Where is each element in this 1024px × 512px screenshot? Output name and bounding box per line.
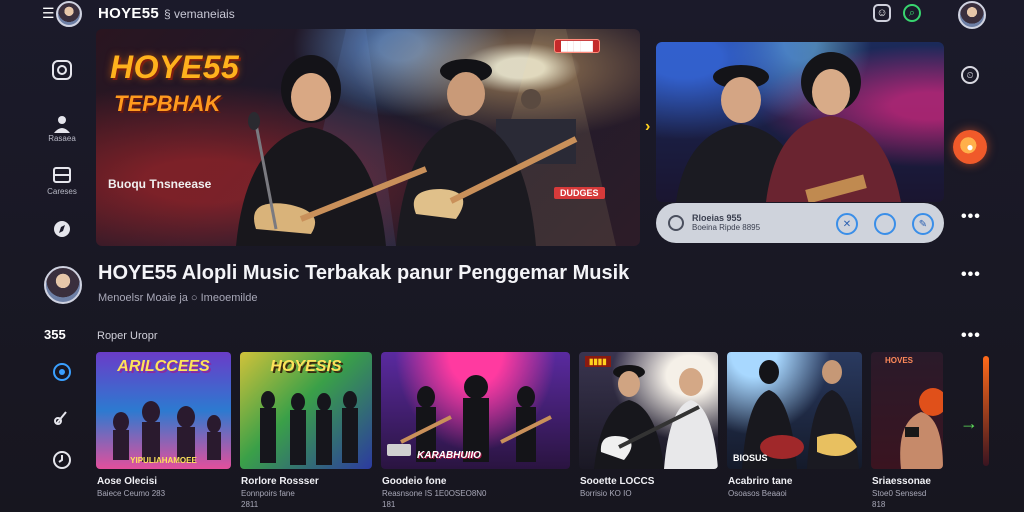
card-subtitle: Borrisio KO IO	[580, 489, 632, 498]
edit-icon[interactable]: ✎	[912, 213, 934, 235]
card-subtitle: Stoe0 Sensesd	[872, 489, 927, 498]
card-subtitle: Baiece Ceumo 283	[97, 489, 166, 498]
history-icon[interactable]	[50, 448, 74, 472]
player-track-subtitle: Boeina Ripde 8895	[692, 223, 761, 232]
promo-art	[676, 52, 901, 202]
page-meta: Menoelsr Moaie ja ○ Imeoemilde	[98, 292, 258, 304]
card-subtitle: Osoasos Beaaoi	[728, 489, 787, 498]
rail-label-careses: Careses	[47, 187, 77, 196]
hero-badge-bottom: DUDGES	[554, 187, 605, 199]
album-card[interactable]: BIOSUS	[727, 352, 862, 469]
user-avatar[interactable]	[958, 1, 986, 29]
chat-icon[interactable]: ☺	[873, 4, 891, 22]
card-foot-label: YIPULIAHAMOEE	[130, 456, 197, 465]
library-icon[interactable]	[50, 163, 74, 187]
hamburger-icon[interactable]: ☰	[42, 6, 56, 20]
section-label: Roper Uropr	[97, 330, 158, 342]
player-search-icon[interactable]	[668, 215, 684, 231]
card-name[interactable]: Goodeio fone	[382, 476, 446, 487]
card-subtitle-2: 181	[382, 500, 396, 509]
album-card[interactable]: KARABHUIIO	[381, 352, 570, 469]
arrow-right-icon[interactable]: →	[960, 413, 978, 434]
home-icon[interactable]	[50, 58, 74, 82]
user-icon[interactable]	[50, 112, 74, 136]
card-name[interactable]: Rorlore Rossser	[241, 476, 319, 487]
brand-subtitle: § vemaneiais	[164, 7, 235, 21]
card-subtitle-2: 818	[872, 500, 886, 509]
card-subtitle: Eonnpoirs fane	[241, 489, 295, 498]
guitar-icon[interactable]	[50, 405, 74, 429]
rail-label-rasaea: Rasaea	[48, 134, 76, 143]
mini-player[interactable]: Rloeias 955 Boeina Ripde 8895 ✕ ✎	[656, 203, 944, 243]
hero-banner[interactable]: HOYE55 TEPBHAK Buoqu Tnsneease █████ DUD…	[96, 29, 640, 246]
scroll-peek	[983, 356, 989, 466]
card-foot-label: KARABHUIIO	[417, 450, 481, 461]
card-logo	[387, 444, 411, 456]
player-track-title: Rloeias 955	[692, 213, 742, 223]
page-title: HOYE55 Alopli Music Terbakak panur Pengg…	[98, 262, 630, 284]
item-count: 355	[44, 327, 66, 342]
card-foot-label: BIOSUS	[733, 453, 768, 463]
album-card[interactable]: HOVES	[871, 352, 943, 469]
card-subtitle: Reasnsone IS 1E0OSEO8N0	[382, 489, 487, 498]
card-art-title: HOVES	[885, 356, 914, 365]
section-more-icon[interactable]: •••	[961, 327, 981, 345]
card-name[interactable]: Sooette LOCCS	[580, 476, 654, 487]
promo-card[interactable]	[656, 42, 944, 202]
hero-caption: Buoqu Tnsneease	[108, 177, 212, 191]
album-card[interactable]: ARILCCEES YIPULIAHAMOEE	[96, 352, 231, 469]
album-card[interactable]: HOYESIS	[240, 352, 372, 469]
hero-badge: █████	[554, 39, 600, 53]
chat-bubble-icon[interactable]: ●	[953, 130, 987, 164]
clock-icon[interactable]: ⏲	[961, 66, 979, 84]
card-name[interactable]: Sriaessonae	[872, 476, 931, 487]
explore-icon[interactable]	[50, 217, 74, 241]
title-more-icon[interactable]: •••	[961, 266, 981, 284]
hero-subtitle: TEPBHAK	[114, 91, 221, 116]
brand-title: HOYE55	[98, 5, 159, 22]
card-art-title: ARILCCEES	[117, 358, 210, 375]
card-subtitle-2: 2811	[241, 500, 259, 509]
search-icon[interactable]: ⌕	[903, 4, 921, 22]
shuffle-icon[interactable]: ✕	[836, 213, 858, 235]
card-name[interactable]: Acabriro tane	[728, 476, 792, 487]
channel-avatar[interactable]	[56, 1, 82, 27]
hero-title: HOYE55	[110, 49, 240, 85]
card-art-title: HOYESIS	[270, 358, 342, 375]
artist-avatar[interactable]	[44, 266, 82, 304]
chevron-right-icon[interactable]: ›	[645, 118, 650, 136]
more-options-icon[interactable]: •••	[961, 208, 981, 226]
card-badge: ▮▮▮▮	[585, 356, 611, 367]
card-name[interactable]: Aose Olecisi	[97, 476, 157, 487]
play-icon[interactable]	[874, 213, 896, 235]
album-card[interactable]: ▮▮▮▮	[579, 352, 718, 469]
music-note-icon[interactable]	[50, 360, 74, 384]
